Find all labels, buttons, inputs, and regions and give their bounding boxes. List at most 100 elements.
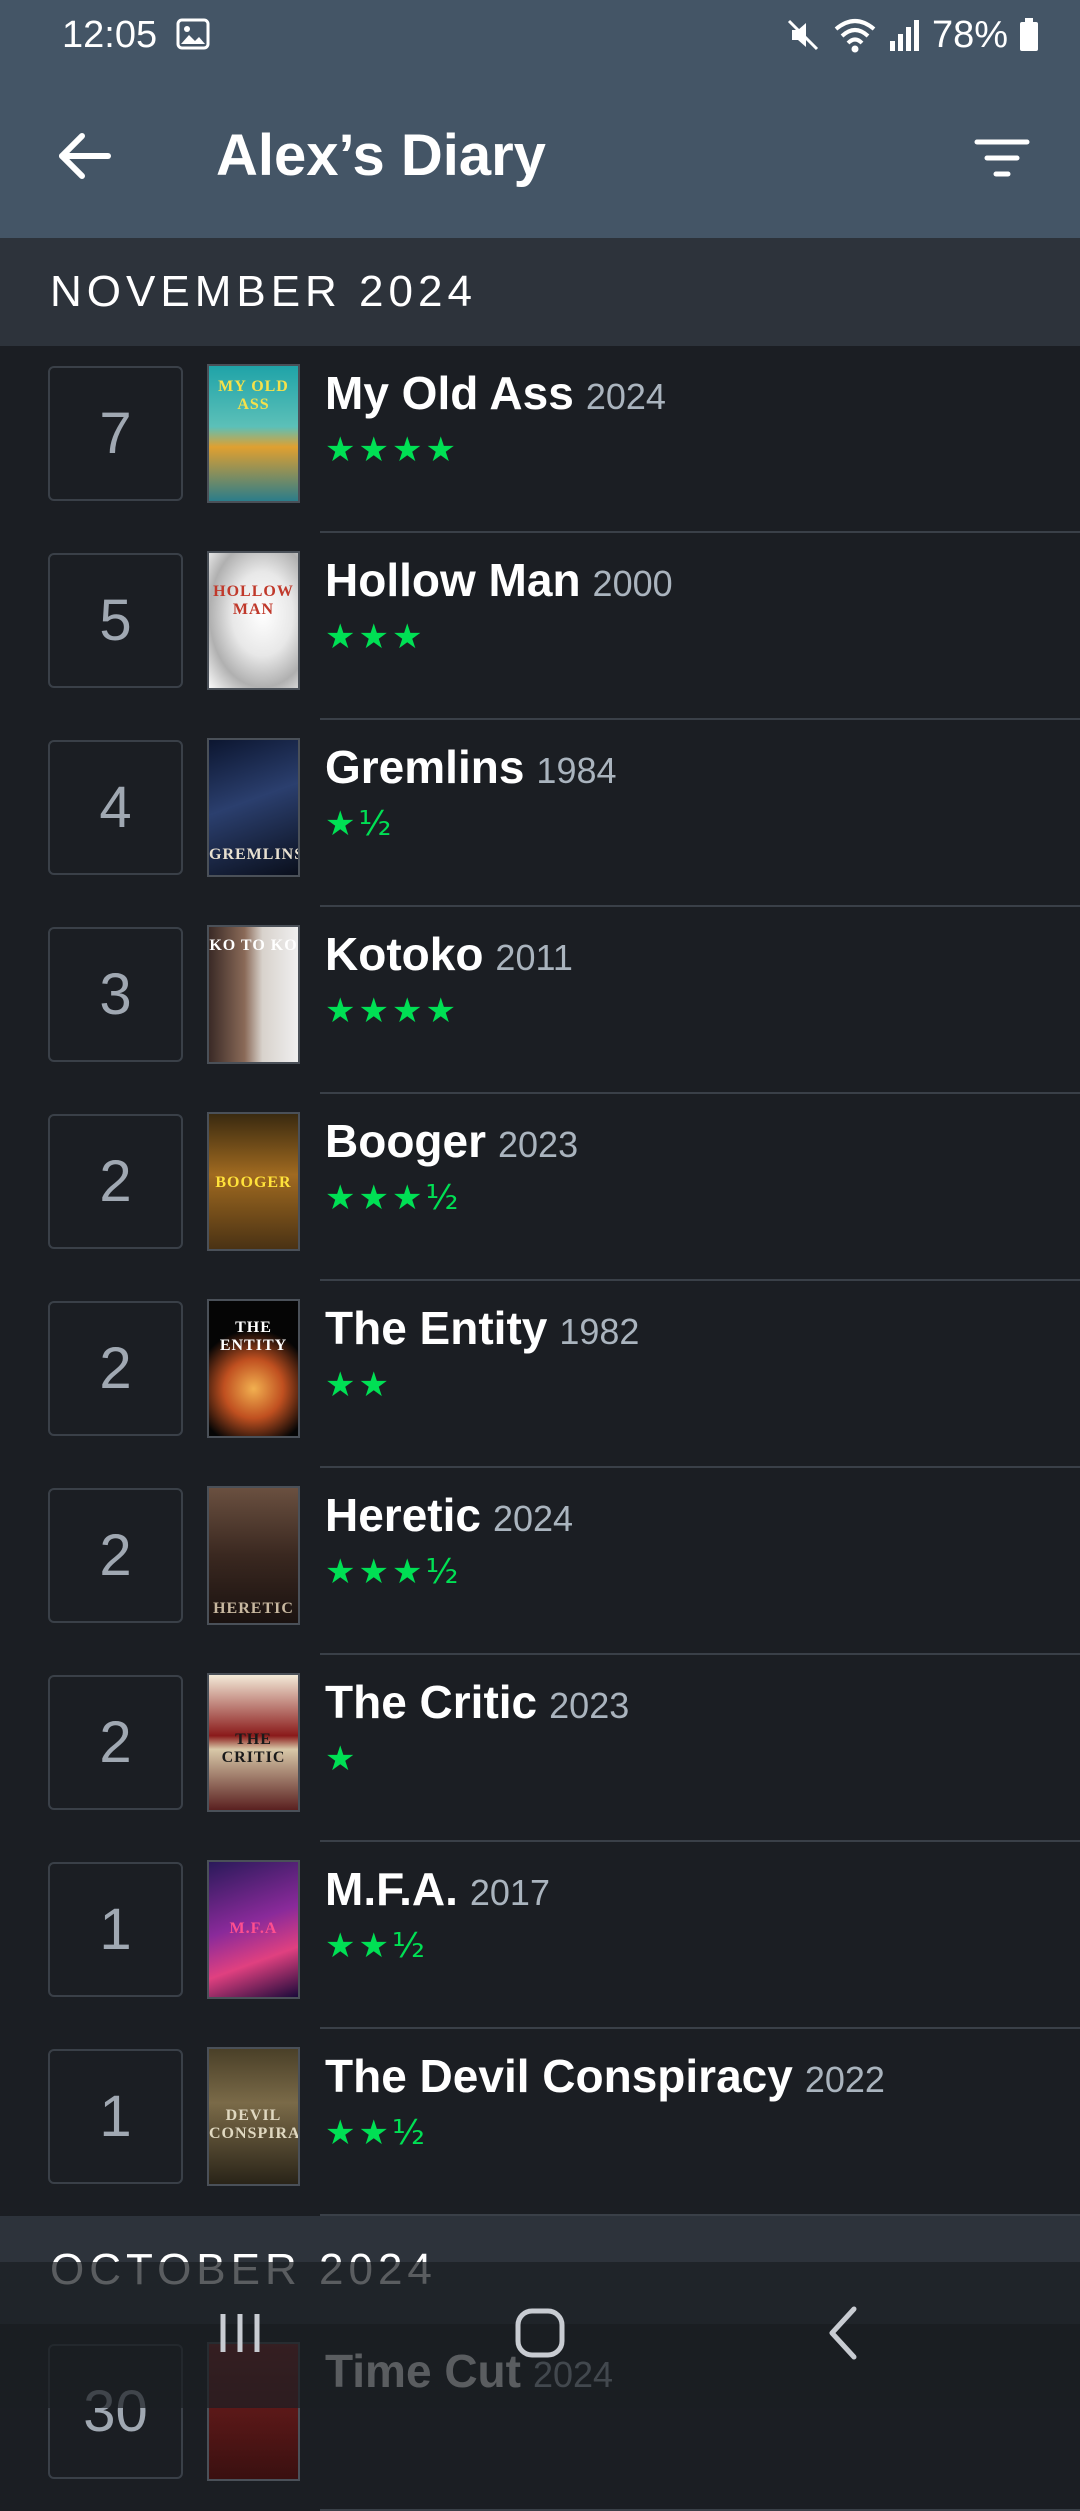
diary-entry[interactable]: 7 MY OLD ASS My Old Ass 2024 ★★★★ — [0, 346, 1080, 533]
film-title-line: Booger 2023 — [325, 1108, 1060, 1186]
film-title: The Entity — [325, 1302, 548, 1354]
star-rating: ★★ — [325, 1365, 392, 1405]
filter-icon — [974, 139, 1030, 177]
film-poster[interactable]: THE ENTITY — [207, 1299, 300, 1438]
day-box: 4 — [48, 740, 183, 875]
film-title-line: The Devil Conspiracy 2022 — [325, 2043, 1060, 2121]
film-year: 1982 — [559, 1311, 640, 1352]
poster-text: HOLLOW MAN — [213, 583, 294, 618]
film-year: 2000 — [592, 563, 673, 604]
page-title: Alex’s Diary — [216, 123, 546, 188]
poster-text: KO TO KO — [209, 937, 298, 954]
diary-entry[interactable]: 4 GREMLINS Gremlins 1984 ★½ — [0, 720, 1080, 907]
recent-apps-button[interactable] — [190, 2288, 290, 2378]
poster-text: MY OLD ASS — [218, 378, 289, 413]
film-year: 2023 — [549, 1685, 630, 1726]
film-title-line: The Entity 1982 — [325, 1295, 1060, 1373]
film-title-line: Gremlins 1984 — [325, 734, 1060, 812]
star-rating: ★★½ — [325, 1926, 428, 1966]
film-year: 2022 — [804, 2059, 885, 2100]
film-year: 2024 — [585, 376, 666, 417]
film-poster[interactable]: HERETIC — [207, 1486, 300, 1625]
star-rating: ★★½ — [325, 2113, 428, 2153]
film-title-line: M.F.A. 2017 — [325, 1856, 1060, 1934]
battery-icon — [1020, 18, 1038, 51]
film-poster[interactable]: BOOGER — [207, 1112, 300, 1251]
day-box: 7 — [48, 366, 183, 501]
star-rating: ★★★ — [325, 617, 426, 657]
film-title-line: Kotoko 2011 — [325, 921, 1060, 999]
wifi-icon — [834, 19, 876, 53]
day-box: 1 — [48, 2049, 183, 2184]
diary-entry[interactable]: 2 THE ENTITY The Entity 1982 ★★ — [0, 1281, 1080, 1468]
star-rating: ★★★★ — [325, 991, 459, 1031]
diary-entry[interactable]: 2 HERETIC Heretic 2024 ★★★½ — [0, 1468, 1080, 1655]
section-header: NOVEMBER 2024 — [0, 238, 1080, 346]
film-title: My Old Ass — [325, 367, 574, 419]
film-year: 1984 — [536, 750, 617, 791]
star-rating: ★★★½ — [325, 1552, 462, 1592]
film-title: Hollow Man — [325, 554, 581, 606]
film-poster[interactable]: M.F.A — [207, 1860, 300, 1999]
filter-button[interactable] — [966, 122, 1038, 194]
diary-entry[interactable]: 5 HOLLOW MAN Hollow Man 2000 ★★★ — [0, 533, 1080, 720]
diary-entry[interactable]: 1 DEVIL CONSPIRACY The Devil Conspiracy 202… — [0, 2029, 1080, 2216]
film-title-line: Hollow Man 2000 — [325, 547, 1060, 625]
status-right: 78% — [784, 8, 1040, 62]
film-poster[interactable]: THE CRITIC — [207, 1673, 300, 1812]
poster-text: HERETIC — [213, 1600, 294, 1617]
diary-entry[interactable]: 2 BOOGER Booger 2023 ★★★½ — [0, 1094, 1080, 1281]
film-year: 2017 — [469, 1872, 550, 1913]
day-box: 2 — [48, 1488, 183, 1623]
poster-text: GREMLINS — [209, 846, 300, 863]
film-title: The Devil Conspiracy — [325, 2050, 793, 2102]
day-box: 2 — [48, 1301, 183, 1436]
film-year: 2024 — [492, 1498, 574, 1539]
film-poster[interactable]: KO TO KO — [207, 925, 300, 1064]
film-poster[interactable]: MY OLD ASS — [207, 364, 300, 503]
diary-entry[interactable]: 3 KO TO KO Kotoko 2011 ★★★★ — [0, 907, 1080, 1094]
nav-back-button[interactable] — [794, 2288, 894, 2378]
day-box: 1 — [48, 1862, 183, 1997]
poster-text: M.F.A — [229, 1920, 278, 1937]
arrow-left-icon — [59, 133, 111, 179]
poster-text: BOOGER — [215, 1174, 292, 1191]
recent-apps-icon — [220, 2314, 260, 2352]
status-time: 12:05 — [62, 14, 158, 56]
film-year: 2023 — [498, 1124, 579, 1165]
day-box: 3 — [48, 927, 183, 1062]
film-title: Booger — [325, 1115, 486, 1167]
film-title: The Critic — [325, 1676, 538, 1728]
film-poster[interactable]: DEVIL CONSPIRACY — [207, 2047, 300, 2186]
poster-text: THE ENTITY — [219, 1319, 288, 1354]
film-poster[interactable]: HOLLOW MAN — [207, 551, 300, 690]
battery-percentage: 78% — [931, 13, 1008, 56]
home-button[interactable] — [490, 2288, 590, 2378]
poster-text: DEVIL CONSPIRACY — [209, 2107, 300, 2142]
star-rating: ★ — [325, 1739, 359, 1779]
film-title-line: The Critic 2023 — [325, 1669, 1060, 1747]
star-rating: ★½ — [325, 804, 395, 844]
film-title: Kotoko — [325, 928, 484, 980]
nav-back-icon — [829, 2306, 857, 2360]
section-month-label: NOVEMBER 2024 — [50, 267, 477, 316]
film-title-line: My Old Ass 2024 — [325, 360, 1060, 438]
day-box: 5 — [48, 553, 183, 688]
day-box: 2 — [48, 1675, 183, 1810]
home-icon — [515, 2308, 565, 2358]
film-poster[interactable]: GREMLINS — [207, 738, 300, 877]
diary-entry[interactable]: 1 M.F.A M.F.A. 2017 ★★½ — [0, 1842, 1080, 2029]
film-title: Gremlins — [325, 741, 525, 793]
star-rating: ★★★★ — [325, 430, 459, 470]
star-rating: ★★★½ — [325, 1178, 462, 1218]
gallery-icon — [176, 18, 210, 50]
back-button[interactable] — [48, 120, 120, 192]
film-year: 2011 — [495, 937, 573, 978]
system-nav-bar — [0, 2262, 1080, 2408]
poster-text: THE CRITIC — [221, 1731, 286, 1766]
signal-icon — [889, 20, 919, 51]
film-title-line: Heretic 2024 — [325, 1482, 1060, 1560]
mute-icon — [787, 19, 818, 51]
film-title: Heretic — [325, 1489, 481, 1541]
diary-entry[interactable]: 2 THE CRITIC The Critic 2023 ★ — [0, 1655, 1080, 1842]
